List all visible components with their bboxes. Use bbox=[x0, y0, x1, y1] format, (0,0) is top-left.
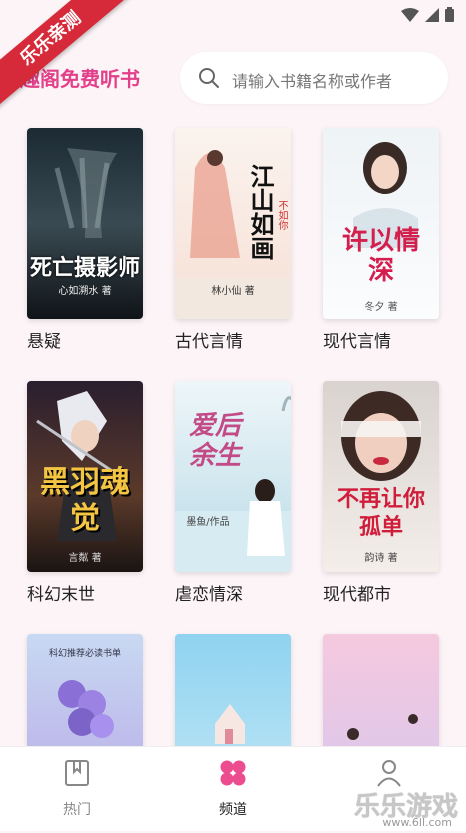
nav-item-hot[interactable]: 热门 bbox=[32, 759, 122, 819]
cover-title: 爱后余生 bbox=[188, 411, 241, 471]
cover-author: 冬夕 著 bbox=[364, 302, 398, 313]
nav-item-channel[interactable]: 频道 bbox=[188, 759, 278, 819]
book-cover[interactable]: 江山如画 不如你 林小仙 著 bbox=[175, 128, 291, 319]
cover-author: 林小仙 著 bbox=[211, 286, 255, 297]
cover-title: 江山如画 bbox=[246, 164, 275, 260]
nav-label: 频道 bbox=[219, 802, 247, 818]
cover-title: 许以情深 bbox=[341, 226, 420, 286]
corner-ribbon: 乐乐亲测 bbox=[0, 0, 140, 120]
book-cover[interactable]: 不再让你孤单 韵诗 著 bbox=[323, 381, 439, 572]
cover-top-text: 科幻推荐必读书单 bbox=[48, 649, 121, 659]
book-cover[interactable]: 死亡摄影师 心如溯水 著 bbox=[27, 128, 143, 319]
search-icon bbox=[199, 68, 219, 88]
cover-title: 不再让你孤单 bbox=[336, 486, 425, 540]
profile-icon bbox=[377, 760, 401, 787]
book-cover[interactable]: 爱后余生 墨鱼/作品 bbox=[175, 381, 291, 572]
book-category-label: 悬疑 bbox=[27, 332, 61, 352]
search-input[interactable]: 请输入书籍名称或作者 bbox=[180, 52, 448, 104]
book-category-label: 科幻末世 bbox=[27, 585, 95, 605]
book-card[interactable]: 江山如画 不如你 林小仙 著 古代言情 bbox=[175, 128, 291, 352]
book-category-label: 虐恋情深 bbox=[175, 585, 243, 605]
cover-author: 韵诗 著 bbox=[364, 553, 398, 564]
clover-icon bbox=[220, 760, 246, 786]
nav-label: 热门 bbox=[63, 802, 91, 818]
cover-title: 黑羽魂觉 bbox=[40, 465, 130, 536]
cover-badge: 不如你 bbox=[276, 200, 287, 230]
cover-author: 言粼 著 bbox=[68, 553, 102, 564]
battery-icon bbox=[445, 7, 454, 22]
signal-icon bbox=[425, 7, 439, 22]
site-watermark-url: www.6ll.com bbox=[382, 816, 452, 829]
book-category-label: 现代都市 bbox=[323, 585, 391, 605]
cover-author: 心如溯水 著 bbox=[58, 286, 112, 297]
book-card[interactable]: 死亡摄影师 心如溯水 著 悬疑 bbox=[27, 128, 143, 352]
book-cover[interactable]: 许以情深 冬夕 著 bbox=[323, 128, 439, 319]
wifi-icon bbox=[401, 7, 419, 22]
cover-author: 墨鱼/作品 bbox=[186, 517, 230, 528]
search-placeholder: 请输入书籍名称或作者 bbox=[232, 72, 393, 91]
book-category-label: 古代言情 bbox=[175, 332, 243, 352]
bookmark-icon bbox=[65, 760, 89, 786]
bottom-navigation: 热门 频道 乐乐游戏 www.6ll.com bbox=[0, 746, 466, 831]
book-card[interactable]: 黑羽魂觉 言粼 著 科幻末世 bbox=[27, 381, 143, 605]
book-card[interactable]: 爱后余生 墨鱼/作品 虐恋情深 bbox=[175, 381, 291, 605]
cover-title: 死亡摄影师 bbox=[29, 255, 140, 281]
book-card[interactable]: 许以情深 冬夕 著 现代言情 bbox=[323, 128, 439, 352]
ribbon-text: 乐乐亲测 bbox=[0, 0, 135, 114]
book-card[interactable]: 不再让你孤单 韵诗 著 现代都市 bbox=[323, 381, 439, 605]
book-category-label: 现代言情 bbox=[323, 332, 391, 352]
book-cover[interactable]: 黑羽魂觉 言粼 著 bbox=[27, 381, 143, 572]
